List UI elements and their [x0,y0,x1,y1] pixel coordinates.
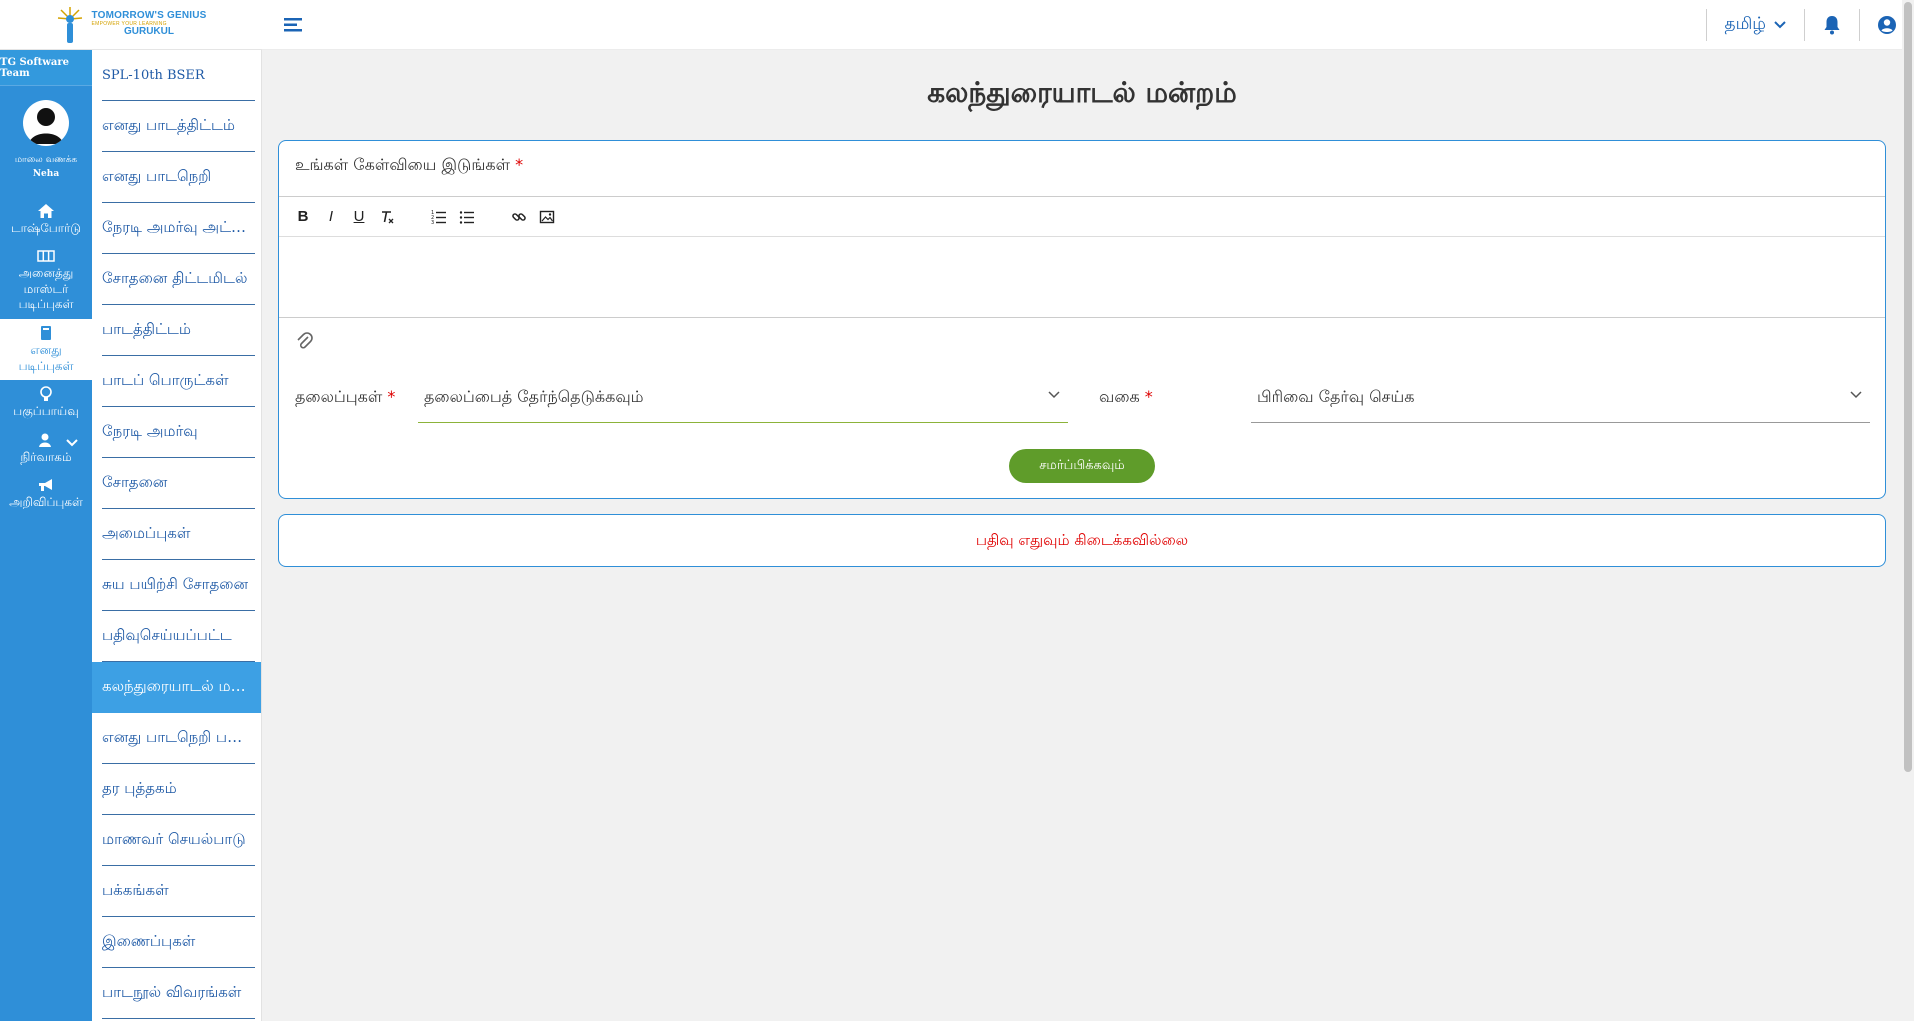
rail-item-label: டாஷ்போர்டு [11,220,81,235]
no-records-message: பதிவு எதுவும் கிடைக்கவில்லை [278,514,1886,567]
top-bar: தமிழ் [262,0,1914,50]
category-select-value: பிரிவை தேர்வு செய்க [1257,387,1415,406]
submenu-item-test-planning[interactable]: சோதனை திட்டமிடல் [102,254,255,305]
logo-icon [58,6,83,43]
home-icon [38,203,54,218]
team-name: TG Software Team [0,50,92,86]
image-icon [539,210,555,223]
ordered-list-button[interactable]: 1 2 3 [429,207,449,227]
question-form-card: உங்கள் கேள்வியை இடுங்கள் * B I U 1 2 3 த… [278,140,1886,499]
link-icon [512,212,526,221]
submenu-item-my-course-analytics[interactable]: எனது பாடநெறி பகுப்பாய்வு [102,713,255,764]
user-circle-icon [1878,16,1896,34]
notifications-button[interactable] [1805,0,1859,50]
editor-toolbar: B I U 1 2 3 [279,197,1885,237]
chevron-down-icon [1774,21,1786,29]
submenu-item-discussion-forum[interactable]: கலந்துரையாடல் மன்றம் [92,662,261,713]
rail-item-my-courses[interactable]: எனது படிப்புகள் [0,318,92,381]
rail-item-label: எனது படிப்புகள் [18,342,74,373]
category-select[interactable]: பிரிவை தேர்வு செய்க [1251,373,1870,423]
italic-button[interactable]: I [321,207,341,227]
chevron-down-icon [1850,391,1862,399]
scrollbar-thumb[interactable] [1904,2,1912,772]
topic-category-row: தலைப்புகள் * தலைப்பைத் தேர்ந்தெடுக்கவும்… [279,373,1885,423]
clear-format-icon [382,210,394,223]
submenu-item-test[interactable]: சோதனை [102,458,255,509]
submenu-item-my-course[interactable]: எனது பாடநெறி [102,152,255,203]
sidebar-rail: TG Software Team மாலை வணக்க Neha டாஷ்போர… [0,50,92,1021]
rail-item-label: அறிவிப்புகள் [9,495,83,510]
editor-text-area[interactable] [279,237,1885,317]
brand-text: TOMORROW'S GENIUS EMPOWER YOUR LEARNING … [91,11,206,37]
page-scrollbar[interactable] [1902,0,1914,1021]
submenu-item-live-session-schedule[interactable]: நேரடி அமர்வு அட்டவணை [102,203,255,254]
greeting-text: மாலை வணக்க [14,155,78,165]
grid-icon [37,250,55,262]
header-actions: தமிழ் [1705,0,1914,50]
image-button[interactable] [537,207,557,227]
chevron-down-icon [66,439,78,447]
course-submenu: SPL-10th BSER எனது பாடத்திட்டம் எனது பாட… [92,50,262,1021]
page-title: கலந்துரையாடல் மன்றம் [927,76,1237,109]
rail-item-all-master-courses[interactable]: அனைத்து மாஸ்டர் படிப்புகள் [0,242,92,319]
user-name: Neha [32,168,60,179]
brand-line-3: GURUKUL [123,26,174,38]
bullet-list-button[interactable] [457,207,477,227]
submenu-item-student-activity[interactable]: மாணவர் செயல்பாடு [102,815,255,866]
topics-select[interactable]: தலைப்பைத் தேர்ந்தெடுக்கவும் [418,373,1068,423]
submenu-item-course[interactable]: SPL-10th BSER [102,50,255,101]
rail-item-dashboard[interactable]: டாஷ்போர்டு [0,197,92,243]
required-mark: * [387,387,396,406]
topics-select-value: தலைப்பைத் தேர்ந்தெடுக்கவும் [424,387,644,406]
submenu-item-self-practice-test[interactable]: சுய பயிற்சி சோதனை [102,560,255,611]
submenu-item-syllabus[interactable]: பாடத்திட்டம் [102,305,255,356]
bulb-icon [40,386,52,402]
language-selector[interactable]: தமிழ் [1707,14,1805,36]
link-button[interactable] [509,207,529,227]
submenu-item-my-syllabus[interactable]: எனது பாடத்திட்டம் [102,101,255,152]
submenu-item-recorded[interactable]: பதிவுசெய்யப்பட்ட [102,611,255,662]
rail-item-label: நிர்வாகம் [20,449,72,464]
underline-button[interactable]: U [349,207,369,227]
submenu-item-pages[interactable]: பக்கங்கள் [102,866,255,917]
paperclip-icon[interactable] [295,331,313,351]
question-label: உங்கள் கேள்வியை இடுங்கள் * [295,155,524,174]
rail-item-announcements[interactable]: அறிவிப்புகள் [0,471,92,517]
avatar[interactable] [23,100,69,146]
submenu-item-textbook-details[interactable]: பாடநூல் விவரங்கள் [102,968,255,1019]
clear-format-button[interactable] [377,207,397,227]
menu-icon[interactable] [282,14,304,36]
submenu-item-grade-book[interactable]: தர புத்தகம் [102,764,255,815]
admin-icon [39,433,51,447]
chevron-down-icon [1048,391,1060,399]
bell-icon [1824,16,1840,35]
topics-label: தலைப்புகள் * [295,387,396,406]
submenu-item-settings[interactable]: அமைப்புகள் [102,509,255,560]
megaphone-icon [39,479,52,492]
category-label: வகை * [1099,387,1153,406]
submenu-item-study-materials[interactable]: பாடப் பொருட்கள் [102,356,255,407]
submenu-item-live-session[interactable]: நேரடி அமர்வு [102,407,255,458]
book-icon [41,325,51,340]
submit-button[interactable]: சமர்ப்பிக்கவும் [1009,449,1155,483]
rail-item-administration[interactable]: நிர்வாகம் [0,426,92,472]
ordered-list-icon: 1 2 3 [431,210,446,225]
required-mark: * [515,155,524,174]
bold-button[interactable]: B [293,207,313,227]
rich-text-editor: B I U 1 2 3 [279,196,1885,318]
submenu-item-links[interactable]: இணைப்புகள் [102,917,255,968]
svg-text:3: 3 [431,220,434,225]
required-mark: * [1144,387,1153,406]
language-label: தமிழ் [1724,14,1767,34]
rail-item-label: அனைத்து மாஸ்டர் படிப்புகள் [18,266,74,312]
rail-item-label: பகுப்பாய்வு [13,404,79,419]
user-silhouette-icon [29,108,63,144]
bullet-list-icon [459,210,474,224]
rail-item-analytics[interactable]: பகுப்பாய்வு [0,380,92,426]
brand-logo[interactable]: TOMORROW'S GENIUS EMPOWER YOUR LEARNING … [0,0,262,50]
